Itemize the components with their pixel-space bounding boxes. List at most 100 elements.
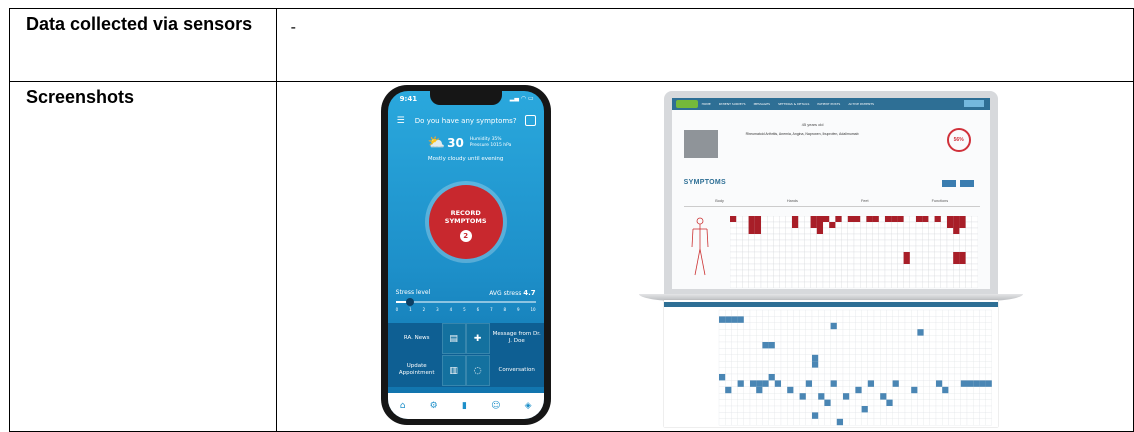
grid-cell [910,316,918,323]
grid-cell [898,418,905,426]
grid-cell [730,399,738,407]
grid-cell [786,341,794,349]
grid-cell [854,329,862,336]
symptom-tab[interactable]: Body [715,199,724,203]
grid-cell [909,281,916,288]
grid-cell [811,418,819,426]
gear-icon[interactable]: ⚙ [430,401,438,411]
chart-icon[interactable]: ▮ [462,401,467,411]
grid-cell [935,329,943,336]
cloud-sun-icon: ⛅ [427,135,446,151]
grid-cell [958,275,966,283]
grid-cell [965,281,972,288]
message-tile[interactable]: Message from Dr. J. Doe [492,331,542,345]
grid-cell [785,269,792,277]
web-nav-item[interactable]: PATIENT SURVEYS [719,102,746,106]
grid-cell [940,233,947,241]
plus-icon[interactable]: ✚ [465,323,490,354]
people-icon[interactable]: ☺ [491,401,500,411]
news-icon[interactable]: ▤ [441,323,466,354]
grid-cell [847,275,854,283]
grid-cell [834,257,842,265]
grid-cell [884,257,892,265]
grid-cell [896,281,904,288]
grid-cell [985,412,992,419]
body-figure-icon [691,217,709,276]
web-account-tab[interactable] [963,100,984,107]
grid-cell [954,380,961,387]
grid-cell [761,316,769,323]
web-nav-item[interactable]: ACTIVE PATIENTS [848,102,874,106]
grid-cell [730,309,738,317]
grid-cell [954,322,961,330]
grid-cell [971,257,978,265]
grid-cell [859,269,867,277]
grid-cell [892,329,899,336]
grid-cell [797,251,805,259]
grid-cell [749,348,757,355]
symptom-tab[interactable]: Hands [787,199,798,203]
grid-cell [754,263,761,271]
grid-cell [848,354,856,362]
grid-cell [797,269,805,277]
grid-cell [834,221,842,229]
web-nav-item[interactable]: MESSAGES [754,102,770,106]
humidity: Humidity 35% [469,137,502,142]
symptom-tab[interactable]: Functions [932,199,948,203]
grid-cell [978,405,986,413]
grid-cell [805,309,812,317]
grid-cell [921,233,929,241]
home-icon[interactable]: ⌂ [400,401,406,411]
grid-cell [805,380,812,387]
grid-cell [830,309,837,317]
chat-icon[interactable]: ◌ [465,355,490,386]
print-button[interactable] [959,180,974,187]
grid-cell [935,354,943,362]
grid-cell [929,348,936,355]
grid-cell [854,348,862,355]
grid-cell [830,393,837,400]
ra-news-tile[interactable]: RA. News [392,335,442,342]
grid-cell [929,399,936,407]
grid-cell [755,348,763,355]
grid-cell [792,354,800,362]
grid-cell [935,405,943,413]
grid-cell [836,354,843,362]
web-nav-item[interactable]: SETTINGS & DETAILS [778,102,809,106]
grid-cell [848,309,856,317]
grid-cell [947,393,955,400]
grid-cell [817,354,825,362]
grid-cell [799,341,806,349]
grid-cell [836,412,843,419]
avg-stress-label: AVG stress [489,290,522,297]
grid-cell [786,361,794,368]
grid-cell [730,361,738,368]
symptom-tab[interactable]: Feet [861,199,869,203]
grid-cell [830,373,837,381]
grid-cell [916,309,924,317]
web-nav-item[interactable]: HOME [702,102,711,106]
grid-cell [735,251,743,259]
grid-cell [865,239,873,247]
grid-cell [879,412,887,419]
clipboard-icon[interactable]: ▥ [441,355,466,386]
grid-cell [748,233,755,241]
record-symptoms-button[interactable]: RECORD SYMPTOMS 2 [428,185,503,259]
grid-cell [730,335,738,343]
pill-icon[interactable]: ◈ [525,401,532,411]
grid-cell [816,269,823,277]
grid-cell [805,367,812,375]
grid-cell [879,329,887,336]
grid-cell [847,269,854,277]
stress-slider-handle[interactable] [405,298,414,306]
show-button[interactable] [941,180,956,187]
conversation-tile[interactable]: Conversation [492,367,542,374]
web-nav-item[interactable]: PATIENT POSTS [817,102,840,106]
grid-cell [749,367,757,375]
grid-cell [761,418,769,426]
grid-cell [972,373,980,381]
grid-cell [718,367,726,375]
stress-slider[interactable] [395,298,536,306]
grid-cell [867,405,874,413]
update-appointment-tile[interactable]: Update Appointment [392,363,442,377]
